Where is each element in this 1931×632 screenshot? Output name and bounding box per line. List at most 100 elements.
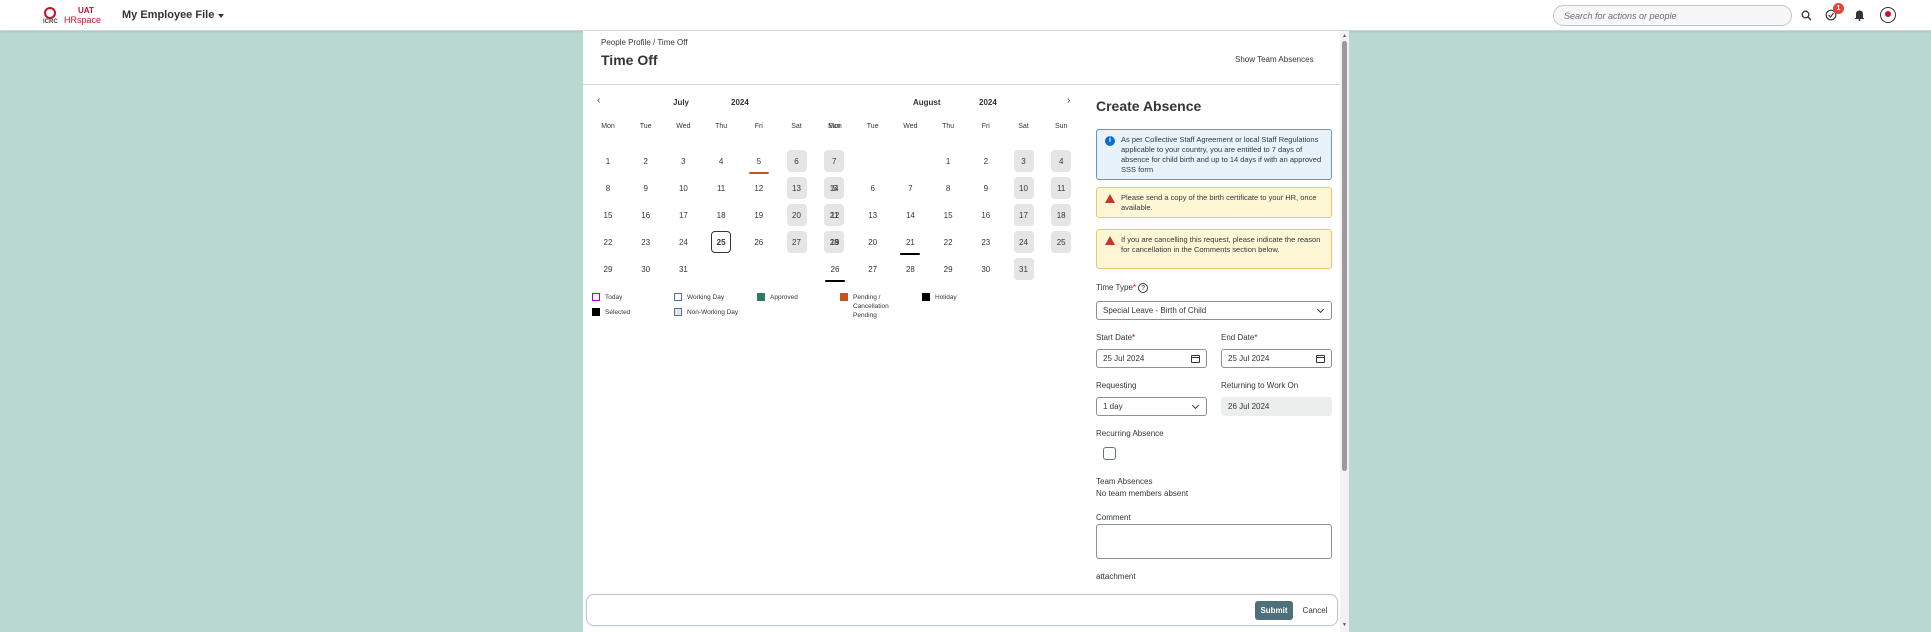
july-day-cell[interactable]: 3 bbox=[673, 150, 693, 172]
start-date-picker[interactable]: 25 Jul 2024 bbox=[1096, 349, 1207, 368]
august-day-cell[interactable]: 29 bbox=[938, 258, 958, 280]
august-day-cell[interactable]: 21 bbox=[900, 231, 921, 255]
august-day-cell[interactable]: 6 bbox=[863, 177, 883, 199]
august-day-cell[interactable]: 12 bbox=[825, 204, 845, 226]
july-day-cell[interactable]: 31 bbox=[673, 258, 693, 280]
august-day-cell[interactable]: 3 bbox=[1013, 150, 1034, 172]
july-day-cell[interactable]: 20 bbox=[786, 204, 807, 226]
july-day-cell[interactable]: 7 bbox=[824, 150, 845, 172]
legend-working-day-swatch bbox=[674, 293, 682, 301]
august-day-cell[interactable]: 25 bbox=[1051, 231, 1072, 253]
holiday-marker bbox=[900, 253, 921, 255]
july-day-cell[interactable]: 11 bbox=[711, 177, 731, 199]
team-absences-value: No team members absent bbox=[1096, 489, 1189, 498]
logo-name: HRspace bbox=[64, 15, 102, 25]
july-day-cell[interactable]: 19 bbox=[749, 204, 769, 226]
legend-pending: Pending / Cancellation Pending bbox=[840, 293, 889, 320]
august-month-label[interactable]: August bbox=[913, 98, 941, 107]
returning-label: Returning to Work On bbox=[1221, 381, 1299, 390]
scrollbar-thumb[interactable] bbox=[1342, 41, 1347, 471]
august-day-cell[interactable]: 10 bbox=[1013, 177, 1034, 199]
cancel-button[interactable]: Cancel bbox=[1299, 601, 1331, 620]
calendar-icon[interactable] bbox=[1315, 354, 1325, 364]
search-input[interactable]: Search for actions or people bbox=[1553, 5, 1792, 26]
july-day-cell[interactable]: 1 bbox=[598, 150, 618, 172]
august-day-cell[interactable]: 30 bbox=[976, 258, 996, 280]
august-day-cell[interactable]: 17 bbox=[1013, 204, 1034, 226]
july-day-cell[interactable]: 29 bbox=[598, 258, 618, 280]
july-day-cell[interactable]: 15 bbox=[598, 204, 618, 226]
july-day-cell[interactable]: 8 bbox=[598, 177, 618, 199]
july-day-cell[interactable]: 5 bbox=[748, 150, 769, 174]
july-day-cell[interactable]: 30 bbox=[636, 258, 656, 280]
july-day-cell[interactable]: 25 bbox=[711, 231, 732, 253]
august-day-cell[interactable]: 4 bbox=[1051, 150, 1072, 172]
august-day-cell[interactable]: 5 bbox=[825, 177, 845, 199]
august-year-label[interactable]: 2024 bbox=[979, 98, 997, 107]
requesting-select[interactable]: 1 day bbox=[1096, 397, 1207, 416]
show-team-absences-button[interactable]: Show Team Absences bbox=[1235, 55, 1314, 64]
august-day-cell[interactable]: 7 bbox=[900, 177, 920, 199]
august-day-cell[interactable]: 22 bbox=[938, 231, 958, 253]
july-day-cell[interactable]: 22 bbox=[598, 231, 618, 253]
august-day-cell[interactable]: 23 bbox=[976, 231, 996, 253]
bell-icon[interactable] bbox=[1852, 8, 1866, 22]
next-month-icon[interactable]: › bbox=[1067, 95, 1070, 106]
july-day-cell[interactable]: 23 bbox=[636, 231, 656, 253]
august-day-cell[interactable]: 15 bbox=[938, 204, 958, 226]
scroll-up-icon[interactable]: ▲ bbox=[1342, 33, 1347, 39]
august-day-cell[interactable]: 8 bbox=[938, 177, 958, 199]
returning-date-value: 26 Jul 2024 bbox=[1228, 402, 1270, 411]
help-icon[interactable]: ? bbox=[1138, 283, 1149, 293]
calendar-icon[interactable] bbox=[1190, 354, 1200, 364]
august-day-cell[interactable]: 31 bbox=[1013, 258, 1034, 280]
august-day-cell[interactable]: 13 bbox=[863, 204, 883, 226]
user-avatar[interactable] bbox=[1880, 7, 1896, 23]
july-day-cell[interactable]: 9 bbox=[636, 177, 656, 199]
august-day-cell[interactable]: 16 bbox=[976, 204, 996, 226]
app-title-menu[interactable]: My Employee File bbox=[122, 9, 225, 21]
legend-non-working-day: Non-Working Day bbox=[674, 308, 738, 317]
august-day-cell[interactable]: 28 bbox=[900, 258, 920, 280]
prev-month-icon[interactable]: ‹ bbox=[597, 95, 600, 106]
august-day-cell[interactable]: 27 bbox=[863, 258, 883, 280]
july-day-cell[interactable]: 13 bbox=[786, 177, 807, 199]
start-date-label-text: Start Date bbox=[1096, 333, 1133, 342]
july-day-cell[interactable]: 24 bbox=[673, 231, 693, 253]
comment-textarea[interactable] bbox=[1096, 524, 1332, 559]
august-day-cell[interactable]: 14 bbox=[900, 204, 920, 226]
july-day-cell[interactable]: 18 bbox=[711, 204, 731, 226]
august-day-cell[interactable]: 18 bbox=[1051, 204, 1072, 226]
breadcrumb[interactable]: People Profile / Time Off bbox=[601, 38, 688, 47]
july-day-cell[interactable]: 4 bbox=[711, 150, 731, 172]
end-date-value: 25 Jul 2024 bbox=[1228, 354, 1270, 363]
july-month-label[interactable]: July bbox=[673, 98, 689, 107]
july-day-cell[interactable]: 16 bbox=[636, 204, 656, 226]
august-day-cell[interactable]: 26 bbox=[825, 258, 845, 282]
august-day-cell[interactable]: 9 bbox=[976, 177, 996, 199]
august-day-cell[interactable]: 1 bbox=[938, 150, 958, 172]
july-day-cell[interactable]: 10 bbox=[673, 177, 693, 199]
july-day-cell[interactable]: 2 bbox=[636, 150, 656, 172]
scroll-down-icon[interactable]: ▼ bbox=[1342, 622, 1347, 628]
july-day-cell[interactable]: 27 bbox=[786, 231, 807, 253]
hrspace-logo[interactable]: ICRC UAT HRspace bbox=[40, 5, 101, 27]
july-day-cell[interactable]: 12 bbox=[749, 177, 769, 199]
july-year-label[interactable]: 2024 bbox=[731, 98, 749, 107]
search-icon[interactable] bbox=[1799, 8, 1813, 22]
july-day-cell[interactable]: 26 bbox=[749, 231, 769, 253]
end-date-picker[interactable]: 25 Jul 2024 bbox=[1221, 349, 1332, 368]
time-type-select[interactable]: Special Leave - Birth of Child bbox=[1096, 301, 1332, 320]
july-day-cell[interactable]: 6 bbox=[786, 150, 807, 172]
august-day-cell[interactable]: 11 bbox=[1051, 177, 1072, 199]
august-day-cell[interactable]: 24 bbox=[1013, 231, 1034, 253]
legend-pending-label: Pending / Cancellation Pending bbox=[853, 293, 889, 320]
july-day-cell[interactable]: 17 bbox=[673, 204, 693, 226]
august-day-cell[interactable]: 2 bbox=[976, 150, 996, 172]
august-day-cell[interactable]: 19 bbox=[825, 231, 845, 253]
july-dow-tue: Tue bbox=[639, 123, 652, 130]
panel-scrollbar[interactable]: ▲ ▼ bbox=[1340, 31, 1349, 632]
august-day-cell[interactable]: 20 bbox=[863, 231, 883, 253]
recurring-absence-checkbox[interactable] bbox=[1103, 447, 1116, 460]
submit-button[interactable]: Submit bbox=[1255, 601, 1293, 620]
